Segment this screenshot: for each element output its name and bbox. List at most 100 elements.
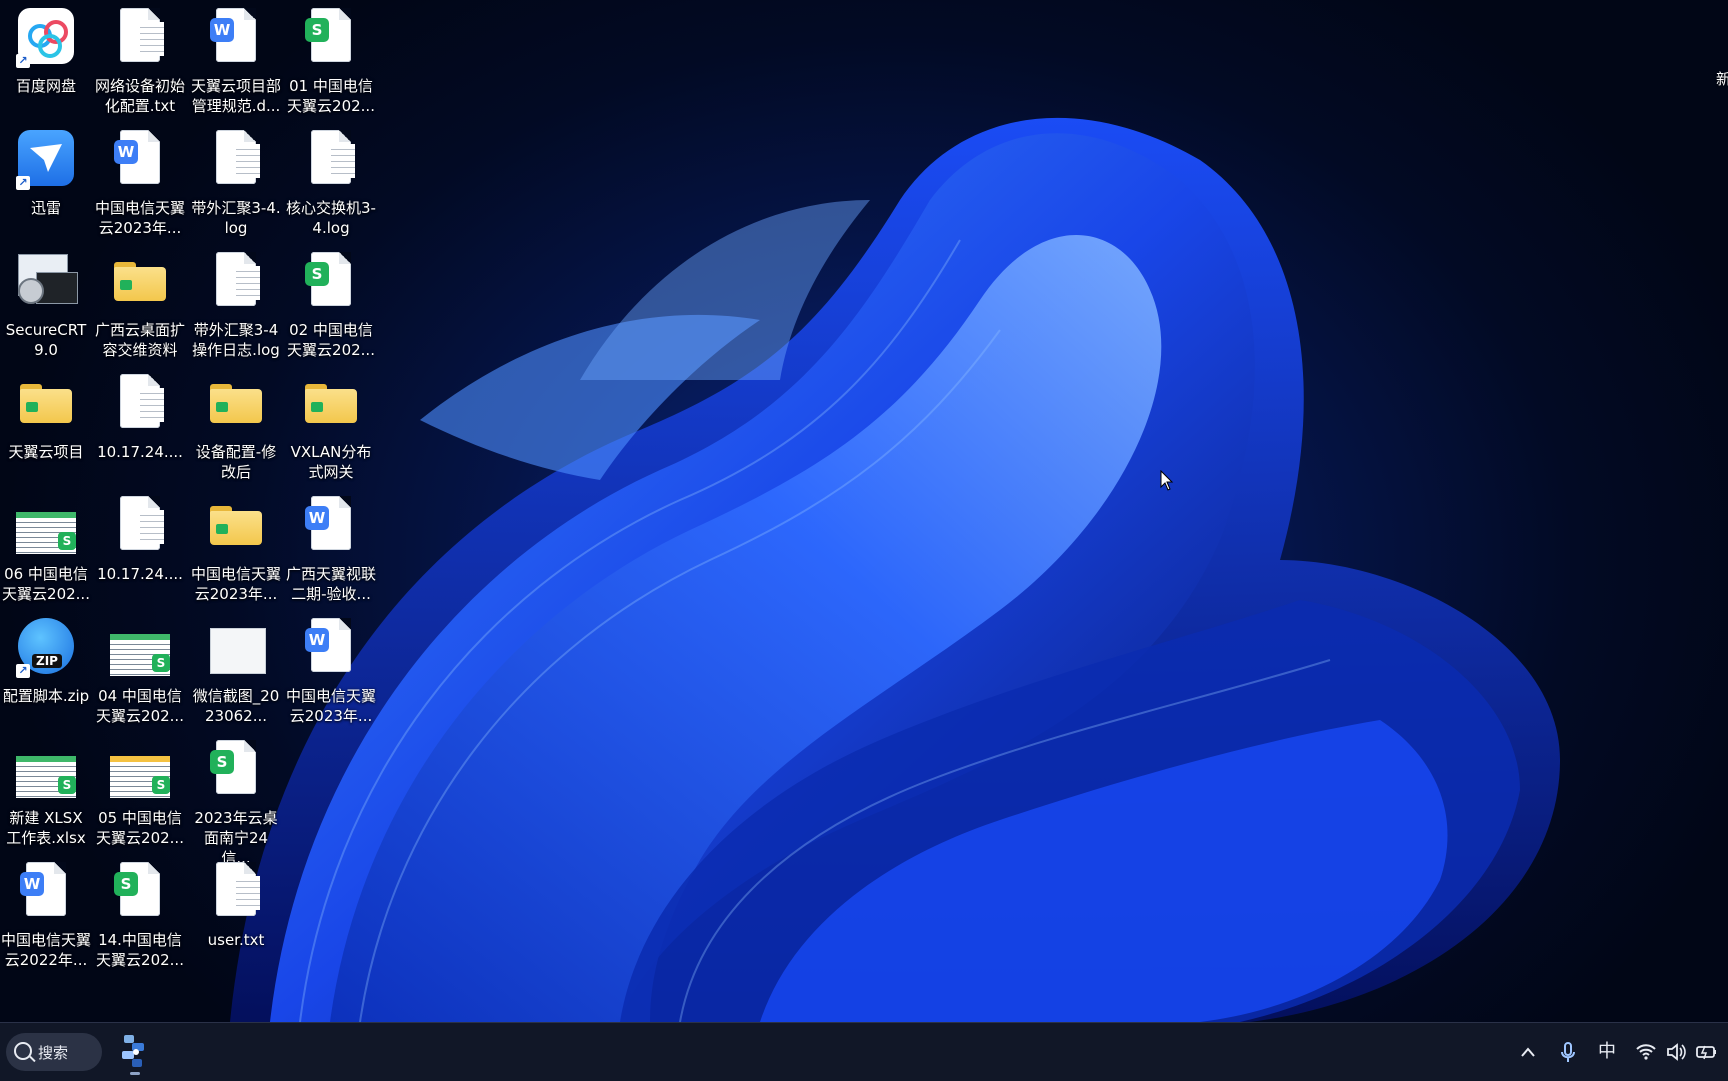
search-box[interactable]: 搜索 — [6, 1033, 102, 1071]
desktop-icon-label: 核心交换机3-4.log — [286, 199, 376, 237]
sheet-thumb-file-icon: S — [14, 738, 78, 802]
word-file-icon: W — [299, 616, 363, 680]
battery-icon[interactable] — [1694, 1037, 1720, 1067]
desktop-icon[interactable]: 中国电信天翼云2023年... — [188, 494, 284, 604]
desktop-icon[interactable]: W 中国电信天翼云2022年... — [0, 860, 94, 970]
desktop-icon[interactable]: S 新建 XLSX 工作表.xlsx — [0, 738, 94, 848]
sheet-file-icon: S — [204, 738, 268, 802]
desktop-icon[interactable]: S 05 中国电信天翼云202... — [92, 738, 188, 848]
desktop-icon[interactable]: 网络设备初始化配置.txt — [92, 6, 188, 116]
desktop-icon-label: 中国电信天翼云2023年... — [285, 687, 376, 725]
folder-file-icon — [108, 250, 172, 314]
zip-file-icon: ZIP ↗ — [14, 616, 78, 680]
desktop-icon[interactable]: S 06 中国电信天翼云202... — [0, 494, 94, 604]
desktop-icon-label: 05 中国电信天翼云202... — [96, 809, 184, 847]
ime-indicator[interactable]: 中 — [1594, 1037, 1620, 1067]
sheet-thumb-file-icon: S — [108, 616, 172, 680]
desktop-icon-label: user.txt — [207, 931, 265, 949]
desktop-icon[interactable]: ZIP ↗ 配置脚本.zip — [0, 616, 94, 706]
desktop-icon[interactable]: ↗ 百度网盘 — [0, 6, 94, 96]
desktop-icon-label: 天翼云项目部管理规范.d... — [190, 77, 281, 115]
show-hidden-icons-chevron[interactable] — [1514, 1037, 1542, 1067]
desktop-icon-label: 新建 XLSX 工作表.xlsx — [6, 809, 86, 847]
word-file-icon: W — [204, 6, 268, 70]
desktop-icon-label: 中国电信天翼云2023年... — [190, 565, 281, 603]
txt-file-icon — [108, 494, 172, 558]
desktop-icon[interactable]: 核心交换机3-4.log — [283, 128, 379, 238]
desktop-icon[interactable]: 带外汇聚3-4.log — [188, 128, 284, 238]
sheet-file-icon: S — [299, 250, 363, 314]
sheet-file-icon: S — [299, 6, 363, 70]
desktop-icon-label: 带外汇聚3-4操作日志.log — [192, 321, 280, 359]
desktop-icon[interactable]: W 广西天翼视联二期-验收... — [283, 494, 379, 604]
desktop-icon[interactable]: W 天翼云项目部管理规范.d... — [188, 6, 284, 116]
search-icon — [14, 1042, 32, 1060]
desktop-icon-label: 10.17.24.... — [97, 565, 183, 583]
sheet-thumb-file-icon: S — [14, 494, 78, 558]
desktop-icon[interactable]: 天翼云项目 — [0, 372, 94, 462]
txt-file-icon — [204, 860, 268, 924]
desktop-icon-label: 设备配置-修改后 — [195, 443, 277, 481]
folder-file-icon — [299, 372, 363, 436]
desktop-icon-label: 10.17.24.... — [97, 443, 183, 461]
desktop-icon[interactable]: 微信截图_2023062... — [188, 616, 284, 726]
desktop-icon[interactable]: 设备配置-修改后 — [188, 372, 284, 482]
desktop-icon[interactable]: ↗ 迅雷 — [0, 128, 94, 218]
microphone-icon[interactable] — [1556, 1037, 1580, 1067]
desktop-icon-label: 中国电信天翼云2023年... — [94, 199, 185, 237]
desktop-icon-label: 01 中国电信天翼云202... — [287, 77, 375, 115]
desktop-icon-label: 14.中国电信天翼云202... — [96, 931, 184, 969]
desktop-icon-label: 2023年云桌面南宁24信... — [194, 809, 278, 867]
desktop-icon[interactable]: VXLAN分布式网关 — [283, 372, 379, 482]
txt-file-icon — [108, 6, 172, 70]
txt-file-icon — [299, 128, 363, 192]
desktop-icon-label: 带外汇聚3-4.log — [191, 199, 281, 237]
desktop-icon[interactable]: S 14.中国电信天翼云202... — [92, 860, 188, 970]
txt-file-icon — [204, 250, 268, 314]
desktop-icon[interactable]: S 2023年云桌面南宁24信... — [188, 738, 284, 868]
desktop-icon-label: 微信截图_2023062... — [192, 687, 280, 725]
word-file-icon: W — [299, 494, 363, 558]
mouse-cursor-icon — [1160, 470, 1174, 491]
folder-file-icon — [204, 372, 268, 436]
txt-file-icon — [108, 372, 172, 436]
desktop-icon[interactable]: user.txt — [188, 860, 284, 950]
search-label: 搜索 — [38, 1044, 69, 1062]
desktop-icon-label: 网络设备初始化配置.txt — [94, 77, 185, 115]
image-file-icon — [204, 616, 268, 680]
desktop-icon[interactable]: 10.17.24.... — [92, 372, 188, 462]
desktop-icon-label: 迅雷 — [30, 199, 61, 217]
xunlei-file-icon: ↗ — [14, 128, 78, 192]
securecrt-file-icon — [14, 250, 78, 314]
edge-text: 新 — [1716, 70, 1728, 88]
word-file-icon: W — [14, 860, 78, 924]
desktop-icon[interactable]: 带外汇聚3-4操作日志.log — [188, 250, 284, 360]
baidu-file-icon: ↗ — [14, 6, 78, 70]
desktop-icon[interactable]: S 04 中国电信天翼云202... — [92, 616, 188, 726]
desktop-icon[interactable]: S 02 中国电信天翼云202... — [283, 250, 379, 360]
desktop-icon[interactable]: SecureCRT 9.0 — [0, 250, 94, 360]
folder-file-icon — [204, 494, 268, 558]
wifi-icon[interactable] — [1634, 1037, 1658, 1067]
desktop-icon-label: 04 中国电信天翼云202... — [96, 687, 184, 725]
desktop-icon-label: 广西天翼视联二期-验收... — [285, 565, 376, 603]
desktop-icon[interactable]: W 中国电信天翼云2023年... — [283, 616, 379, 726]
volume-icon[interactable] — [1664, 1037, 1688, 1067]
desktop-icon[interactable]: 广西云桌面扩容交维资料 — [92, 250, 188, 360]
desktop-icon[interactable]: 10.17.24.... — [92, 494, 188, 584]
desktop-icon-label: 百度网盘 — [15, 77, 76, 95]
desktop-icon[interactable]: W 中国电信天翼云2023年... — [92, 128, 188, 238]
sheet-file-icon: S — [108, 860, 172, 924]
desktop-icon-label: VXLAN分布式网关 — [290, 443, 372, 481]
desktop-icon-label: 广西云桌面扩容交维资料 — [94, 321, 185, 359]
txt-file-icon — [204, 128, 268, 192]
sheet-thumb-yellow-file-icon: S — [108, 738, 172, 802]
desktop-icon-label: 配置脚本.zip — [2, 687, 90, 705]
taskbar: 搜索 中 — [0, 1022, 1728, 1081]
pinned-app-icon[interactable] — [114, 1031, 156, 1075]
desktop-icon-label: 天翼云项目 — [8, 443, 84, 461]
desktop-icon-label: 06 中国电信天翼云202... — [2, 565, 90, 603]
word-file-icon: W — [108, 128, 172, 192]
desktop-icon-label: SecureCRT 9.0 — [5, 321, 87, 359]
desktop-icon[interactable]: S 01 中国电信天翼云202... — [283, 6, 379, 116]
